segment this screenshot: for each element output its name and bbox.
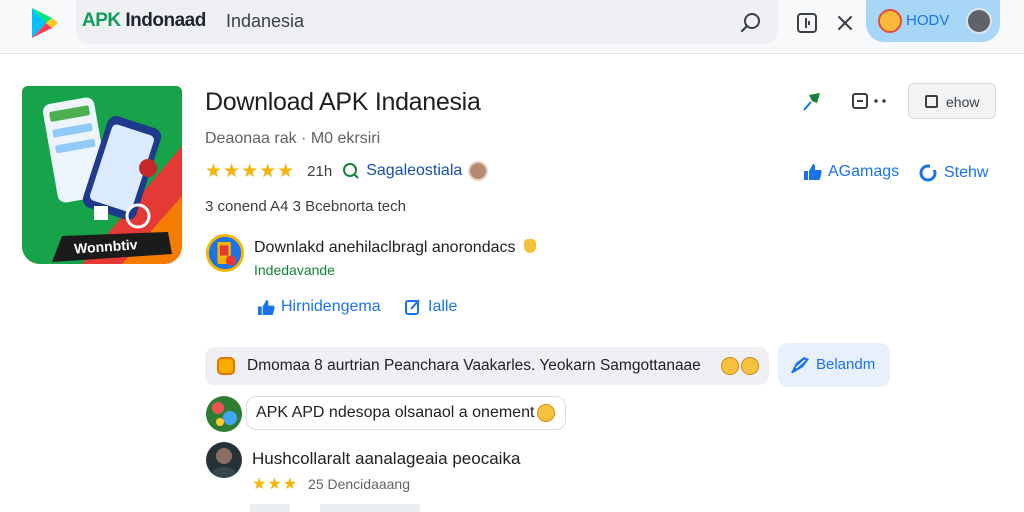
edit-action[interactable]: Ialle — [404, 298, 457, 316]
play-store-logo[interactable] — [30, 6, 60, 40]
top-bar: APK Indonaad Indanesia HODV — [0, 0, 1024, 54]
comment-text: APK APD ndesopa olsanaol a onement — [256, 404, 535, 421]
close-icon[interactable] — [834, 12, 856, 34]
edit-icon — [405, 299, 420, 315]
search-query[interactable]: Indanesia — [226, 11, 304, 32]
review-banner: Dmomaa 8 aurtrian Peanchara Vaakarles. Y… — [205, 347, 769, 385]
description-text: Downlakd anehilaclbragl anorondacs — [254, 239, 536, 257]
smile-emoji-icon — [537, 404, 555, 422]
app-title: Download APK Indanesia — [205, 88, 481, 116]
belend-button-label: Belandm — [816, 356, 876, 373]
app-icon: Wonnbtiv — [22, 86, 182, 264]
search-icon[interactable] — [740, 11, 762, 33]
search-category-icon — [343, 163, 359, 179]
thumbs-up-icon — [257, 299, 275, 315]
pin-icon[interactable] — [800, 90, 824, 112]
more-options-icon[interactable] — [852, 92, 892, 110]
share-link[interactable]: Stehw — [918, 163, 988, 183]
category-link[interactable]: Sagaleostiala — [366, 162, 462, 180]
brand-label: APK Indonaad — [82, 10, 206, 31]
comment-author: Hushcollaralt aanalageaia peocaika — [252, 449, 521, 468]
comment-avatar[interactable] — [206, 442, 242, 478]
smile-emoji-icon — [721, 357, 739, 375]
search-bar[interactable]: APK Indonaad Indanesia — [76, 0, 778, 44]
thumbs-link[interactable]: AGamags — [802, 163, 899, 181]
comment-avatar[interactable] — [206, 396, 242, 432]
comment-stars: ★★★ — [252, 476, 299, 493]
rating-stars: ★★★★★ — [205, 160, 296, 182]
cropped-row — [250, 504, 950, 512]
show-button-label: ehow — [946, 94, 980, 110]
refresh-icon — [919, 164, 937, 182]
account-button[interactable]: HODV — [866, 0, 1000, 42]
thumbs-link-label: AGamags — [828, 163, 900, 180]
developer-name[interactable]: Deaonaa rak · M0 ekrsiri — [205, 130, 380, 148]
checkbox-icon — [925, 95, 938, 108]
smile-emoji-icon — [741, 357, 759, 375]
rating-count: 21h — [307, 162, 333, 180]
belend-button[interactable]: Belandm — [778, 343, 890, 387]
account-name: HODV — [906, 12, 950, 29]
tab-view-icon[interactable] — [796, 12, 818, 34]
emoji-avatar-icon — [878, 9, 902, 33]
comment-bubble: APK APD ndesopa olsanaol a onement — [246, 396, 566, 430]
hand-emoji-icon — [523, 239, 536, 253]
description-thumbnail — [206, 234, 244, 272]
category-avatar — [468, 161, 489, 181]
rating-row: ★★★★★ 21h Sagaleostiala — [205, 160, 489, 182]
review-badge-icon — [217, 357, 235, 375]
edit-action-label: Ialle — [428, 298, 458, 315]
review-banner-text: Dmomaa 8 aurtrian Peanchara Vaakarles. Y… — [247, 357, 701, 374]
description-subtitle: Indedavande — [254, 262, 335, 278]
send-icon — [791, 357, 809, 373]
show-button[interactable]: ehow — [908, 83, 996, 119]
downloads-info: 3 conend A4 3 Bcebnorta tech — [205, 198, 406, 215]
helpful-action-label: Hirnidengema — [281, 298, 381, 315]
thumbs-up-icon — [804, 164, 822, 180]
share-link-label: Stehw — [944, 164, 989, 181]
comment-rating-row: ★★★ 25 Dencidaaang — [252, 474, 410, 494]
helpful-action[interactable]: Hirnidengema — [256, 298, 381, 316]
user-avatar[interactable] — [966, 8, 992, 34]
comment-meta: 25 Dencidaaang — [308, 476, 411, 492]
